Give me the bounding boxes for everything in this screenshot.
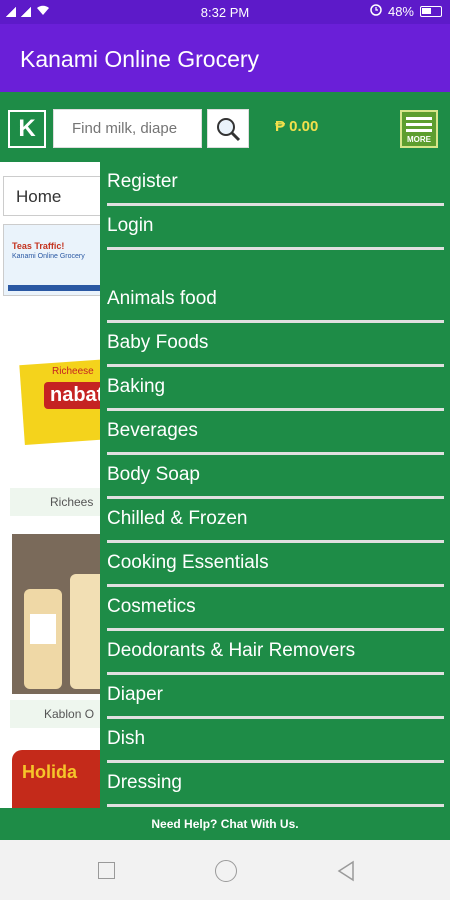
home-button[interactable] <box>215 860 237 882</box>
menu-item-chilled-frozen[interactable]: Chilled & Frozen <box>107 499 444 543</box>
status-icons-right: 48% <box>370 4 442 19</box>
app-bar: Kanami Online Grocery <box>0 24 450 92</box>
menu-spacer <box>107 250 444 280</box>
app-title: Kanami Online Grocery <box>20 46 260 72</box>
back-icon <box>337 860 354 882</box>
menu-item-cosmetics[interactable]: Cosmetics <box>107 587 444 631</box>
more-menu-button[interactable]: MORE <box>400 110 438 148</box>
search-toolbar: K ₱ 0.00 MORE <box>0 92 450 162</box>
menu-item-beverages[interactable]: Beverages <box>107 411 444 455</box>
product-3-brand: Holida <box>22 762 78 782</box>
bottle-sticker <box>30 614 56 644</box>
back-button[interactable] <box>336 860 356 887</box>
system-nav-bar <box>0 840 450 900</box>
menu-item-login[interactable]: Login <box>107 206 444 250</box>
product-image-1[interactable]: Richeese nabati <box>12 358 115 452</box>
banner-stripe <box>8 285 108 291</box>
product-1-small-text: Richeese <box>52 366 94 377</box>
cart-amount[interactable]: ₱ 0.00 <box>275 118 318 135</box>
menu-item-dressing[interactable]: Dressing <box>107 763 444 807</box>
help-chat-footer[interactable]: Need Help? Chat With Us. <box>0 808 450 840</box>
menu-item-animals-food[interactable]: Animals food <box>107 279 444 323</box>
menu-item-cooking-essentials[interactable]: Cooking Essentials <box>107 543 444 587</box>
kanami-logo[interactable]: K <box>8 110 46 148</box>
search-button[interactable] <box>207 109 249 148</box>
battery-percent: 48% <box>387 4 414 19</box>
search-input[interactable] <box>53 109 202 148</box>
category-drawer: Register Login Animals food Baby Foods B… <box>100 162 450 808</box>
alarm-icon <box>370 4 382 19</box>
more-label: MORE <box>407 135 431 144</box>
product-image-3[interactable]: Holida <box>12 750 112 808</box>
menu-icon <box>406 117 432 135</box>
menu-item-diaper[interactable]: Diaper <box>107 675 444 719</box>
menu-item-baking[interactable]: Baking <box>107 367 444 411</box>
status-bar: 8:32 PM 48% <box>0 0 450 24</box>
menu-item-body-soap[interactable]: Body Soap <box>107 455 444 499</box>
product-image-2[interactable] <box>12 534 112 694</box>
menu-item-baby-foods[interactable]: Baby Foods <box>107 323 444 367</box>
battery-icon <box>420 6 442 17</box>
menu-item-dish[interactable]: Dish <box>107 719 444 763</box>
banner-title: Teas Traffic! <box>12 241 65 251</box>
menu-item-register[interactable]: Register <box>107 162 444 206</box>
banner-subtitle: Kanami Online Grocery <box>12 253 85 260</box>
search-icon <box>217 117 241 141</box>
menu-item-deodorants[interactable]: Deodorants & Hair Removers <box>107 631 444 675</box>
recent-apps-button[interactable] <box>98 862 115 879</box>
promo-banner[interactable]: Teas Traffic! Kanami Online Grocery <box>3 224 113 296</box>
